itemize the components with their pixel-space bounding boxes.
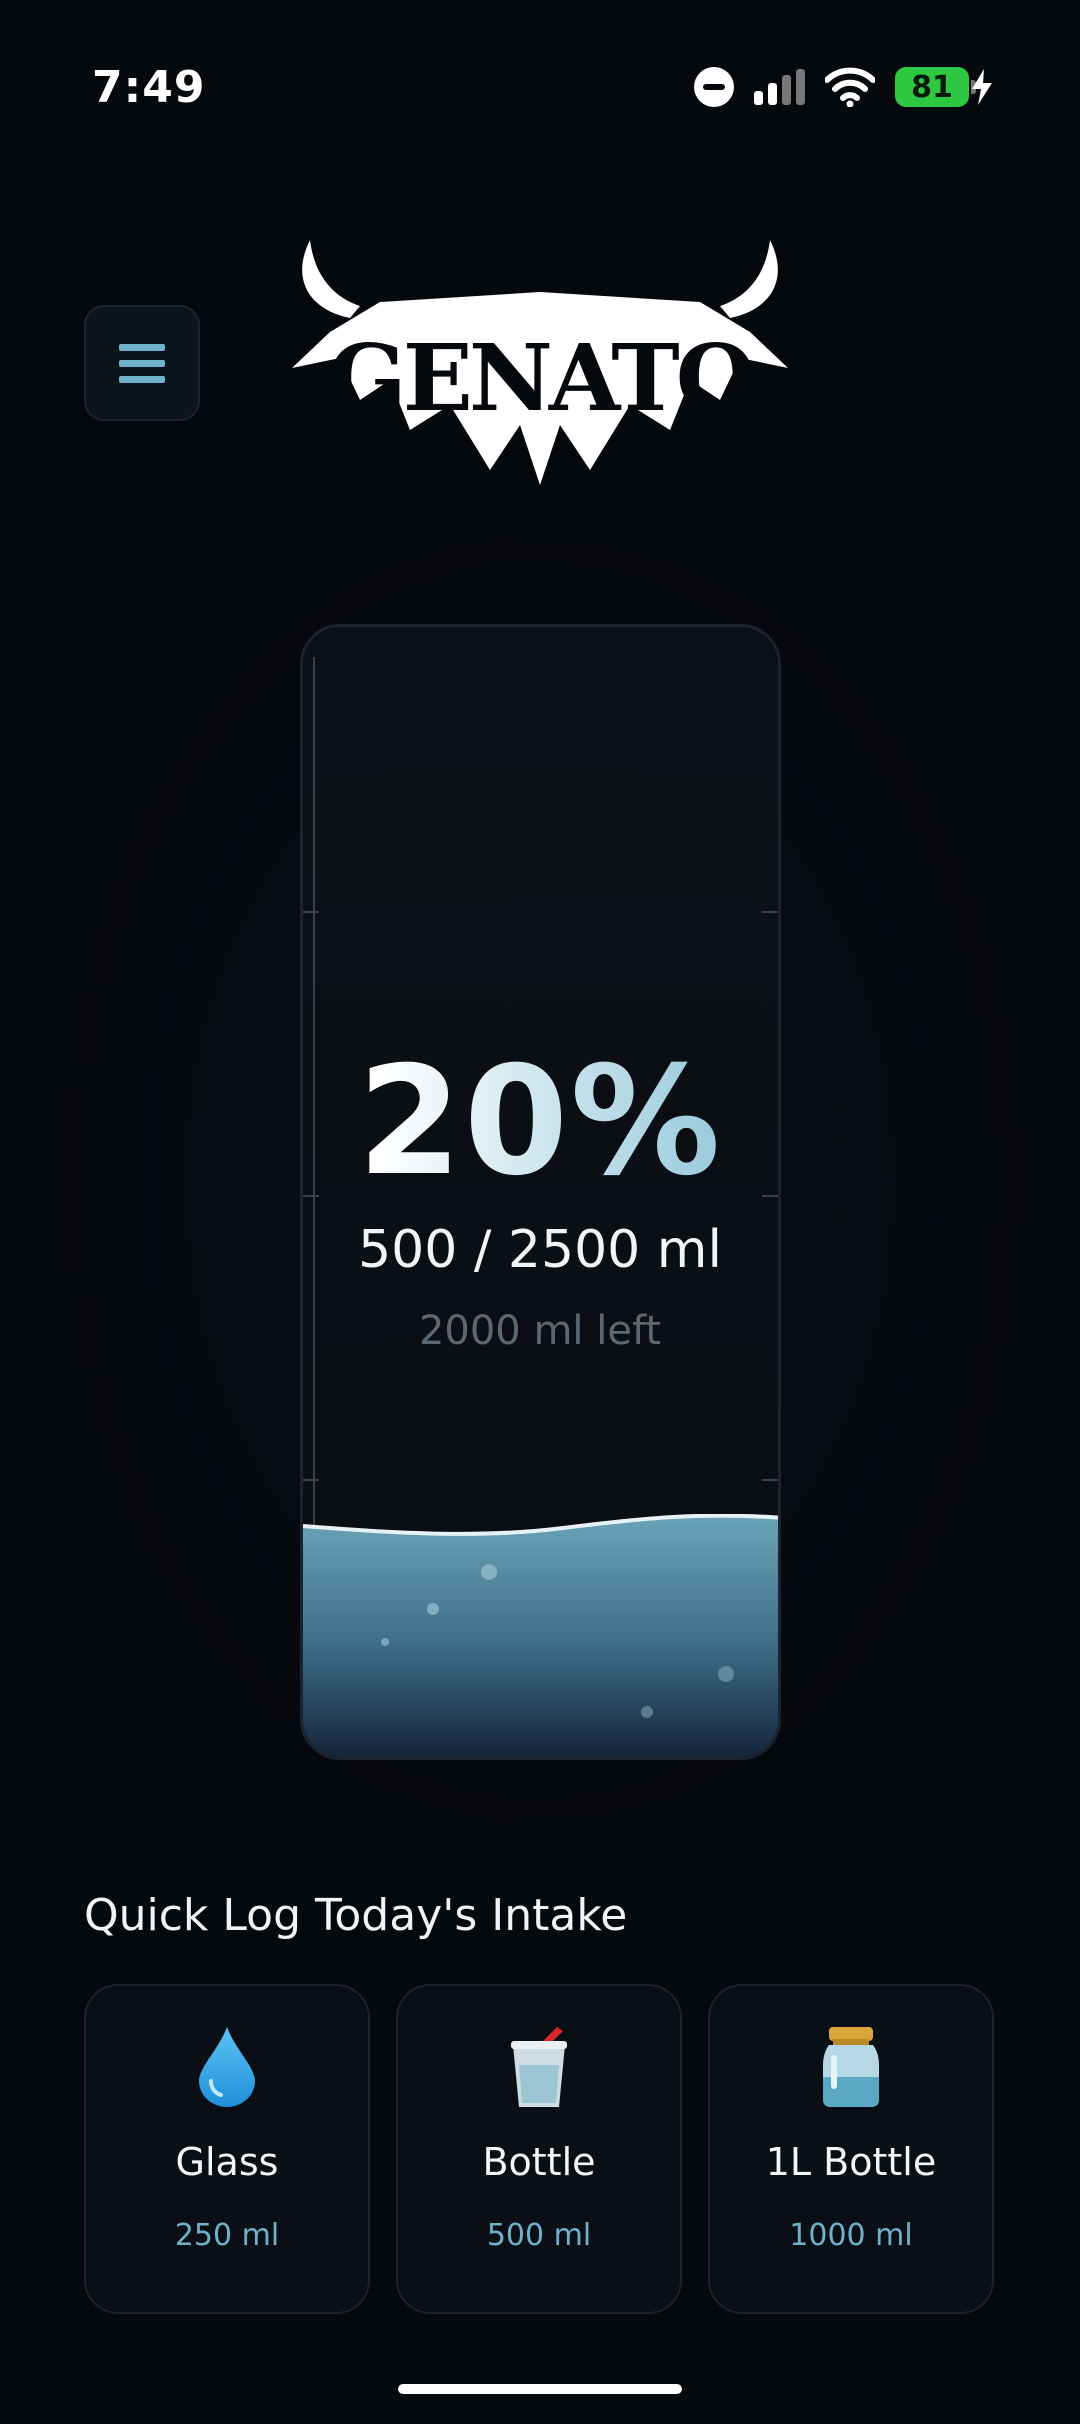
jar-icon [806,2022,896,2112]
progress-percent: 20% [0,1035,1080,1209]
status-time: 7:49 [92,62,206,113]
quick-log-glass-button[interactable]: Glass 250 ml [84,1984,370,2314]
menu-icon [119,343,165,351]
battery-charging-icon: 81 [895,67,994,107]
cellular-signal-icon [754,69,805,105]
option-name: Bottle [482,2140,596,2184]
intake-amount: 500 / 2500 ml [358,1220,722,1280]
option-volume: 1000 ml [789,2218,913,2253]
option-volume: 500 ml [486,2218,592,2253]
quick-log-1l-bottle-button[interactable]: 1L Bottle 1000 ml [708,1984,994,2314]
water-fill [303,1514,778,1757]
option-name: Glass [175,2140,279,2184]
option-volume: 250 ml [174,2218,280,2253]
quick-log-title: Quick Log Today's Intake [84,1890,628,1941]
battery-level: 81 [895,67,969,107]
water-drop-icon [182,2022,272,2112]
do-not-disturb-icon [694,67,734,107]
home-indicator[interactable] [398,2384,682,2394]
hydration-screen: 7:49 81 GENATO 20% 500 / 2500 ml 2000 ml… [0,0,1080,2424]
brand-logo: GENATO [290,240,790,485]
quick-log-options: Glass 250 ml Bottle 500 ml 1L Bottle 100… [84,1984,994,2314]
wifi-icon [825,67,875,107]
remaining-amount: 2000 ml left [418,1308,662,1354]
logo-text: GENATO [328,324,753,432]
menu-button[interactable] [84,305,200,421]
cup-with-straw-icon [494,2022,584,2112]
option-name: 1L Bottle [765,2140,937,2184]
status-icons: 81 [694,64,994,110]
quick-log-bottle-button[interactable]: Bottle 500 ml [396,1984,682,2314]
